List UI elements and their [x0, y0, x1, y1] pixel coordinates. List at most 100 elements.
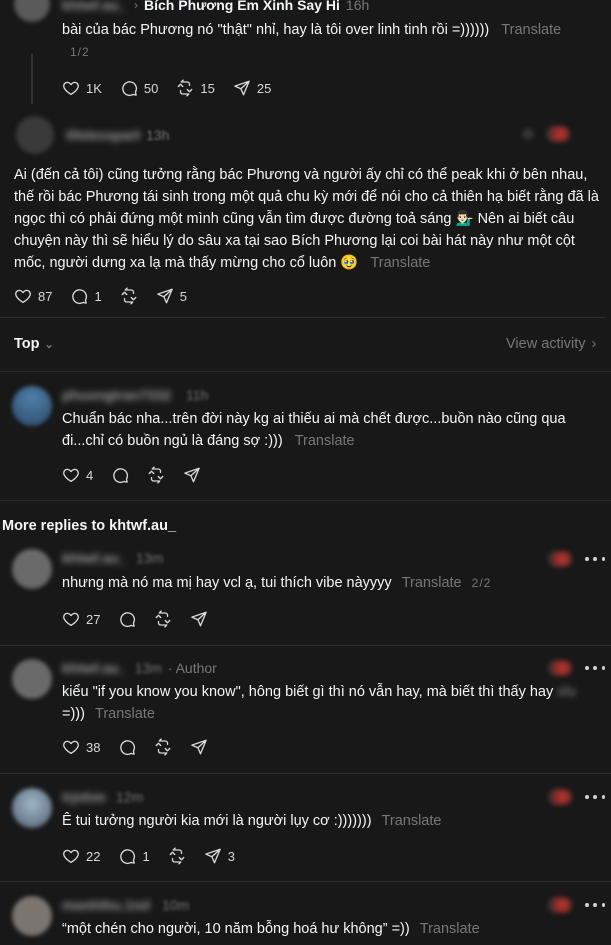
comment-button[interactable]	[118, 738, 136, 756]
comment-button[interactable]: 1	[118, 847, 150, 865]
comment-button[interactable]	[118, 610, 136, 628]
timestamp: 13m	[134, 660, 162, 676]
follow-badge[interactable]	[548, 551, 572, 567]
like-button[interactable]: 27	[62, 610, 100, 628]
heart-icon	[62, 610, 80, 628]
more-options-icon[interactable]	[585, 666, 605, 672]
like-button[interactable]: 22	[62, 847, 100, 865]
reply-text: kiểu "if you know you know", hông biết g…	[62, 684, 576, 722]
author-name[interactable]: khtwf.au_	[62, 0, 128, 13]
more-options-icon[interactable]	[585, 557, 605, 563]
more-options-icon[interactable]	[585, 903, 605, 909]
share-button[interactable]	[190, 610, 208, 628]
avatar[interactable]	[16, 116, 54, 154]
repost-button[interactable]: 15	[176, 79, 215, 97]
avatar[interactable]	[14, 0, 50, 22]
repost-icon	[120, 287, 138, 305]
view-activity-link[interactable]: View activity ›	[506, 336, 596, 352]
translate-link[interactable]: Translate	[501, 22, 561, 38]
timestamp: 10m	[162, 897, 190, 913]
follow-badge[interactable]	[548, 660, 572, 676]
like-button[interactable]: 87	[14, 287, 52, 305]
divider	[0, 500, 611, 501]
more-replies-title: More replies to khtwf.au_	[2, 518, 177, 534]
heart-icon	[62, 79, 80, 97]
comment-button[interactable]: 50	[120, 79, 158, 97]
comment-button[interactable]	[111, 466, 129, 484]
comment-icon	[118, 847, 136, 865]
repost-icon	[176, 79, 194, 97]
avatar[interactable]	[12, 549, 52, 589]
post-header: lifelesspark 13h	[66, 127, 169, 143]
timestamp: 11h	[186, 387, 209, 403]
follow-badge[interactable]	[548, 897, 572, 913]
comment-icon	[70, 287, 88, 305]
share-icon	[190, 738, 208, 756]
translate-link[interactable]: Translate	[295, 433, 355, 449]
repost-button[interactable]	[120, 287, 138, 305]
heart-icon	[62, 847, 80, 865]
share-icon	[204, 847, 222, 865]
follow-badge[interactable]	[546, 126, 570, 142]
repost-icon	[147, 466, 165, 484]
divider	[0, 371, 611, 372]
avatar[interactable]	[12, 386, 52, 426]
timestamp: 13h	[146, 127, 170, 143]
comment-icon	[120, 79, 138, 97]
repost-button[interactable]	[147, 466, 165, 484]
repost-icon	[154, 610, 172, 628]
like-button[interactable]: 1K	[62, 79, 102, 97]
author-name[interactable]: phuongtran7332	[62, 387, 171, 403]
reply-text: Chuẩn bác nha...trên đời này kg ai thiếu…	[62, 411, 566, 449]
author-name[interactable]: khtwf.au_	[62, 550, 127, 566]
timestamp: 12m	[116, 789, 144, 805]
translate-link[interactable]: Translate	[95, 706, 155, 722]
timestamp: 16h	[345, 0, 370, 13]
breadcrumb-topic[interactable]: Bích Phương Em Xinh Say Hi	[144, 0, 340, 13]
translate-link[interactable]: Translate	[402, 575, 462, 591]
author-name[interactable]: lifelesspark	[66, 127, 140, 143]
translate-link[interactable]: Translate	[420, 921, 480, 937]
reply-header: khtwf.au_ 13m · Author	[62, 660, 217, 676]
chevron-right-icon: ›	[591, 336, 597, 352]
author-name[interactable]: khtwf.au_	[62, 660, 127, 676]
menu-blur[interactable]	[522, 128, 534, 140]
thread-line	[31, 54, 33, 104]
repost-button[interactable]	[154, 610, 172, 628]
heart-icon	[62, 466, 80, 484]
avatar[interactable]	[12, 788, 52, 828]
more-options-icon[interactable]	[585, 795, 605, 801]
sort-dropdown[interactable]: Top ⌄	[14, 336, 54, 352]
divider	[0, 645, 611, 646]
repost-button[interactable]	[154, 738, 172, 756]
share-button[interactable]	[183, 466, 201, 484]
author-name[interactable]: trjnhm	[62, 789, 106, 805]
repost-button[interactable]	[168, 847, 186, 865]
author-name[interactable]: manhthu.1nd	[62, 897, 150, 913]
share-button[interactable]: 3	[204, 847, 235, 865]
repost-icon	[154, 738, 172, 756]
share-button[interactable]: 25	[233, 79, 271, 97]
like-button[interactable]: 4	[62, 466, 93, 484]
divider	[0, 881, 611, 882]
comment-button[interactable]: 1	[70, 287, 102, 305]
action-bar: 1K 50 15 25	[62, 78, 289, 98]
reply-text: “một chén cho người, 10 năm bỗng hoá hư …	[62, 921, 480, 937]
heart-icon	[14, 287, 32, 305]
share-button[interactable]	[190, 738, 208, 756]
action-bar: 87 1 5	[14, 286, 205, 306]
action-bar: 38	[62, 737, 226, 757]
share-icon	[233, 79, 251, 97]
translate-link[interactable]: Translate	[370, 255, 430, 271]
share-button[interactable]: 5	[156, 287, 187, 305]
chevron-down-icon: ⌄	[44, 338, 54, 351]
like-button[interactable]: 38	[62, 738, 100, 756]
translate-link[interactable]: Translate	[382, 813, 442, 829]
avatar[interactable]	[12, 896, 52, 936]
share-icon	[183, 466, 201, 484]
comment-icon	[118, 610, 136, 628]
follow-badge[interactable]	[548, 789, 572, 805]
avatar[interactable]	[12, 659, 52, 699]
author-tag: · Author	[167, 660, 217, 676]
share-icon	[190, 610, 208, 628]
